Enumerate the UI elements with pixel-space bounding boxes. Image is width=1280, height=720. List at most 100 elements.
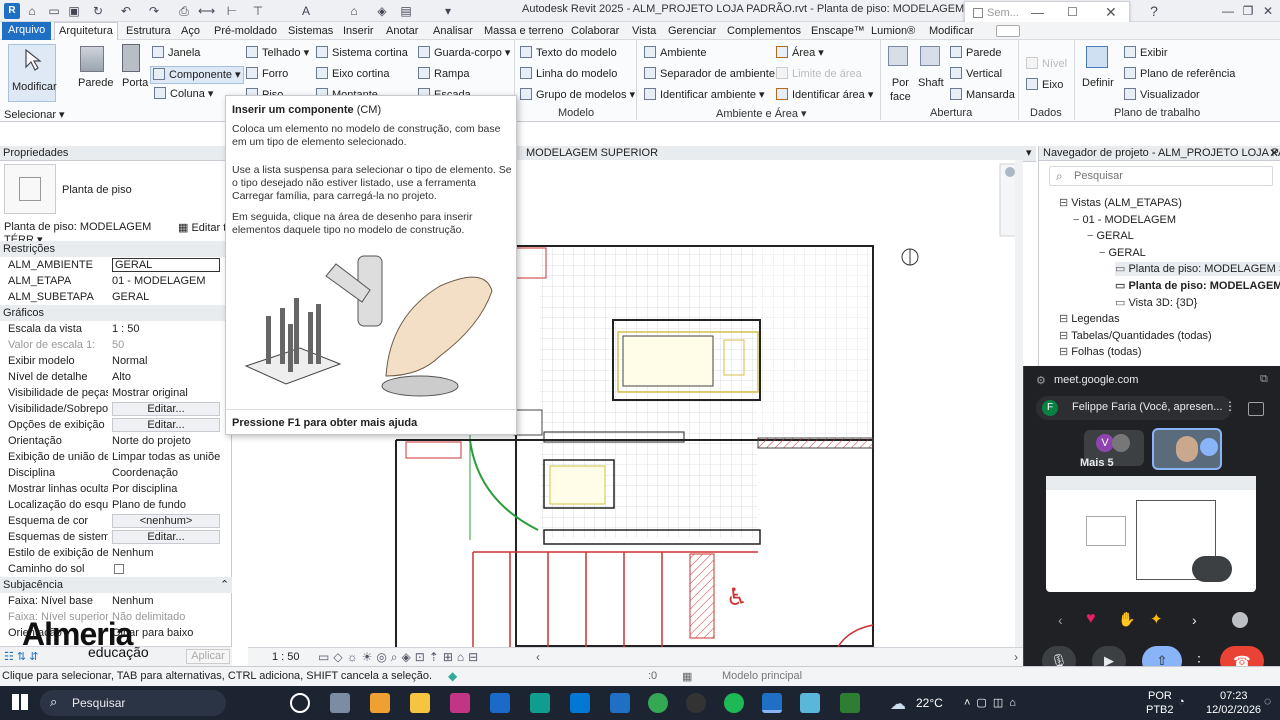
tag-room-button[interactable]: Identificar ambiente ▾ [644,88,765,102]
active-model[interactable]: Modelo principal [722,670,802,682]
tab-enscape[interactable]: Enscape™ [809,23,867,39]
property-row[interactable]: Localização do esque... Plano de fundo [0,497,232,513]
home-icon[interactable]: ⌂ [24,3,40,19]
property-value[interactable]: Mostrar original [112,385,220,401]
chrome-icon[interactable] [648,693,668,713]
reactions-next-icon[interactable]: › [1192,612,1197,628]
app-restore-icon[interactable]: ❐ [1240,3,1256,19]
app-icon[interactable] [530,693,550,713]
wall-button[interactable]: Parede [78,76,113,90]
model-group-button[interactable]: Grupo de modelos ▾ [520,88,635,102]
weather-icon[interactable]: ☁ [890,694,906,714]
revit-icon[interactable] [610,693,630,713]
curtain-grid-button[interactable]: Eixo cortina [316,67,389,81]
browser-item[interactable]: ▭ Planta de piso: MODELAGEM SUPI [1115,262,1280,277]
property-value[interactable]: 50 [112,337,220,353]
open-icon[interactable]: ▭ [46,3,62,19]
copilot-icon[interactable] [370,693,390,713]
stop-present-icon[interactable] [1248,402,1264,416]
redo-icon[interactable]: ↷ [146,3,162,19]
browser-item[interactable]: − GERAL [1099,246,1146,260]
door-button[interactable]: Porta [122,76,148,90]
switch-windows-icon[interactable]: ▤ [398,3,414,19]
dimension-icon[interactable]: ⊢ [224,3,240,19]
property-row[interactable]: ALM_SUBETAPA GERAL [0,289,232,305]
property-row[interactable]: ALM_ETAPA 01 - MODELAGEM [0,273,232,289]
screen-share-preview[interactable] [1046,476,1256,592]
property-edit-button[interactable]: <nenhum> [112,514,220,528]
app-icon[interactable] [800,693,820,713]
by-face-button[interactable]: Por face [890,76,911,104]
property-row[interactable]: Nível de detalhe Alto [0,369,232,385]
windows-start-icon[interactable] [12,694,28,710]
undo-icon[interactable]: ↶ [118,3,134,19]
property-value[interactable]: Normal [112,353,220,369]
sun-path-checkbox[interactable] [114,564,124,574]
roof-button[interactable]: Telhado ▾ [246,46,309,60]
view-control-icons[interactable]: ▭◇☼☀◎⌕◈⊡⇡⊞⌂⊟ [318,650,482,665]
tray-icons[interactable]: ˄▢◫⌂ [964,696,1022,709]
ramp-button[interactable]: Rampa [418,67,469,81]
property-value[interactable]: Por disciplina [112,481,220,497]
property-value[interactable]: Plano de fundo [112,497,220,513]
customize-qa-icon[interactable]: ▾ [440,3,456,19]
property-edit-button[interactable]: Editar... [112,418,220,432]
browser-item[interactable]: ⊟ Tabelas/Quantidades (todas) [1059,329,1212,343]
tab-analisar[interactable]: Analisar [431,23,475,39]
ceiling-button[interactable]: Forro [246,67,288,81]
text-icon[interactable]: A [298,3,314,19]
ribbon-toggle-icon[interactable] [996,25,1020,37]
dormer-button[interactable]: Mansarda [950,88,1015,102]
property-value[interactable]: Alto [112,369,220,385]
notification-icon[interactable]: ◌ [1264,694,1271,708]
tab-sistemas[interactable]: Sistemas [286,23,335,39]
property-row[interactable]: Esquemas de sistema... Editar... [0,529,232,545]
browser-item[interactable]: − 01 - MODELAGEM [1073,213,1176,227]
shaft-button[interactable]: Shaft [918,76,944,90]
tab-modificar[interactable]: Modificar [927,23,976,39]
tab-colaborar[interactable]: Colaborar [569,23,621,39]
tag-icon[interactable]: ⊤ [250,3,266,19]
view-tab[interactable]: MODELAGEM SUPERIOR [526,147,658,159]
3d-view-icon[interactable]: ⌂ [346,3,362,19]
property-edit-button[interactable]: Editar... [112,402,220,416]
maximize-icon[interactable]: ☐ [1067,5,1078,19]
property-row[interactable]: Exibir modelo Normal [0,353,232,369]
clock-time[interactable]: 07:23 [1220,690,1248,702]
network-icon[interactable]: ◔ [1178,696,1185,708]
property-row[interactable]: Orientação Norte do projeto [0,433,232,449]
property-value[interactable]: 01 - MODELAGEM [112,273,220,289]
view-menu-icon[interactable]: ▾ [1026,146,1032,159]
viewer-button[interactable]: Visualizador [1124,88,1200,102]
property-row[interactable]: Escala da vista 1 : 50 [0,321,232,337]
edge-icon[interactable] [570,693,590,713]
instagram-icon[interactable] [450,693,470,713]
browser-item[interactable]: ⊟ Vistas (ALM_ETAPAS) [1059,196,1182,210]
section-subjacencia[interactable]: Subjacência ⌃ [0,577,232,593]
app-icon[interactable] [490,693,510,713]
tab-arquivo[interactable]: Arquivo [2,22,52,40]
collapse-icon[interactable]: ⌃ [220,577,229,593]
property-row[interactable]: Estilo de exibição de ... Nenhum [0,545,232,561]
close-icon[interactable]: ✕ [1269,146,1279,160]
select-dropdown[interactable]: Selecionar ▾ [4,108,65,121]
party-reaction-icon[interactable]: ✦ [1150,610,1163,628]
search-input[interactable] [1074,169,1264,183]
tab-inserir[interactable]: Inserir [341,23,376,39]
room-separator-button[interactable]: Separador de ambiente [644,67,775,81]
property-row[interactable]: Faixa: Nível base Nenhum [0,593,232,609]
wall-opening-button[interactable]: Parede [950,46,1001,60]
tab-complementos[interactable]: Complementos [725,23,803,39]
curtain-system-button[interactable]: Sistema cortina [316,46,408,60]
vertical-scrollbar[interactable] [1015,160,1023,647]
property-row[interactable]: Valor de escala 1: 50 [0,337,232,353]
grid-button[interactable]: Eixo [1026,78,1063,92]
property-row[interactable]: Opções de exibição d... Editar... [0,417,232,433]
area-button[interactable]: Área ▾ [776,46,824,60]
vertical-opening-button[interactable]: Vertical [950,67,1002,81]
print-icon[interactable]: ⎙ [176,3,192,19]
property-value[interactable]: GERAL [112,258,220,272]
heart-reaction-icon[interactable]: ♥ [1086,610,1096,628]
taskbar-search[interactable]: ⌕ Pesquisar [40,690,226,716]
browser-item[interactable]: − GERAL [1087,229,1134,243]
